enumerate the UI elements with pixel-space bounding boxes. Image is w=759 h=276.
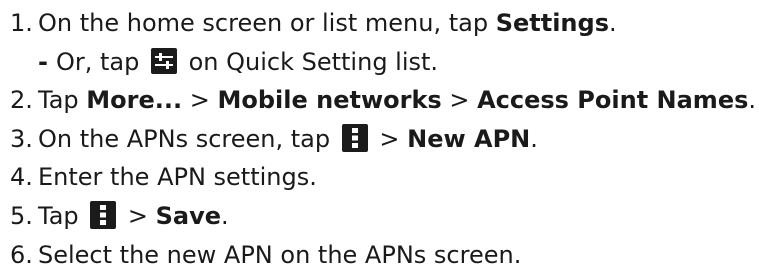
step-5: 5. Tap > Save.: [10, 197, 755, 236]
instruction-list: 1. On the home screen or list menu, tap S…: [10, 4, 757, 275]
step-text: Tap: [38, 86, 87, 115]
step-text: Tap: [38, 201, 87, 230]
substep-text: on Quick Setting list.: [180, 47, 439, 76]
more-term: More...: [86, 86, 183, 115]
step-text: Enter the APN settings.: [38, 163, 317, 192]
substep-dash: -: [38, 47, 48, 76]
access-point-names-term: Access Point Names: [477, 86, 749, 115]
overflow-menu-icon: [90, 200, 117, 229]
substep-text: Or, tap: [55, 47, 147, 76]
step-text: >: [371, 124, 408, 153]
substep-1: - Or, tap on Quick Setting list.: [10, 43, 755, 82]
new-apn-term: New APN: [407, 124, 531, 153]
settings-term: Settings: [495, 9, 609, 37]
step-number: 4.: [10, 163, 33, 192]
step-number: 5.: [10, 201, 33, 230]
step-4: 4. Enter the APN settings.: [10, 158, 755, 197]
step-text: On the home screen or list menu, tap: [38, 9, 496, 37]
step-1: 1. On the home screen or list menu, tap S…: [10, 4, 755, 43]
step-text: On the APNs screen, tap: [38, 124, 338, 153]
step-text: .: [748, 86, 757, 115]
step-text: >: [120, 201, 156, 230]
step-number: 1.: [10, 9, 33, 37]
step-text: >: [441, 86, 478, 115]
step-text: .: [530, 124, 538, 153]
step-6: 6. Select the new APN on the APNs screen.: [10, 236, 755, 275]
quick-settings-sliders-icon: [150, 47, 177, 74]
save-term: Save: [155, 201, 222, 230]
step-text: .: [608, 9, 617, 37]
step-number: 3.: [10, 124, 33, 153]
mobile-networks-term: Mobile networks: [217, 86, 442, 115]
step-2: 2. Tap More... > Mobile networks > Access…: [10, 81, 757, 120]
step-number: 6.: [10, 240, 33, 269]
overflow-menu-icon: [341, 123, 368, 152]
step-text: .: [221, 201, 229, 230]
step-3: 3. On the APNs screen, tap > New APN.: [10, 120, 755, 159]
step-text: Select the new APN on the APNs screen.: [38, 240, 522, 269]
step-text: >: [182, 86, 218, 115]
step-number: 2.: [10, 86, 33, 115]
